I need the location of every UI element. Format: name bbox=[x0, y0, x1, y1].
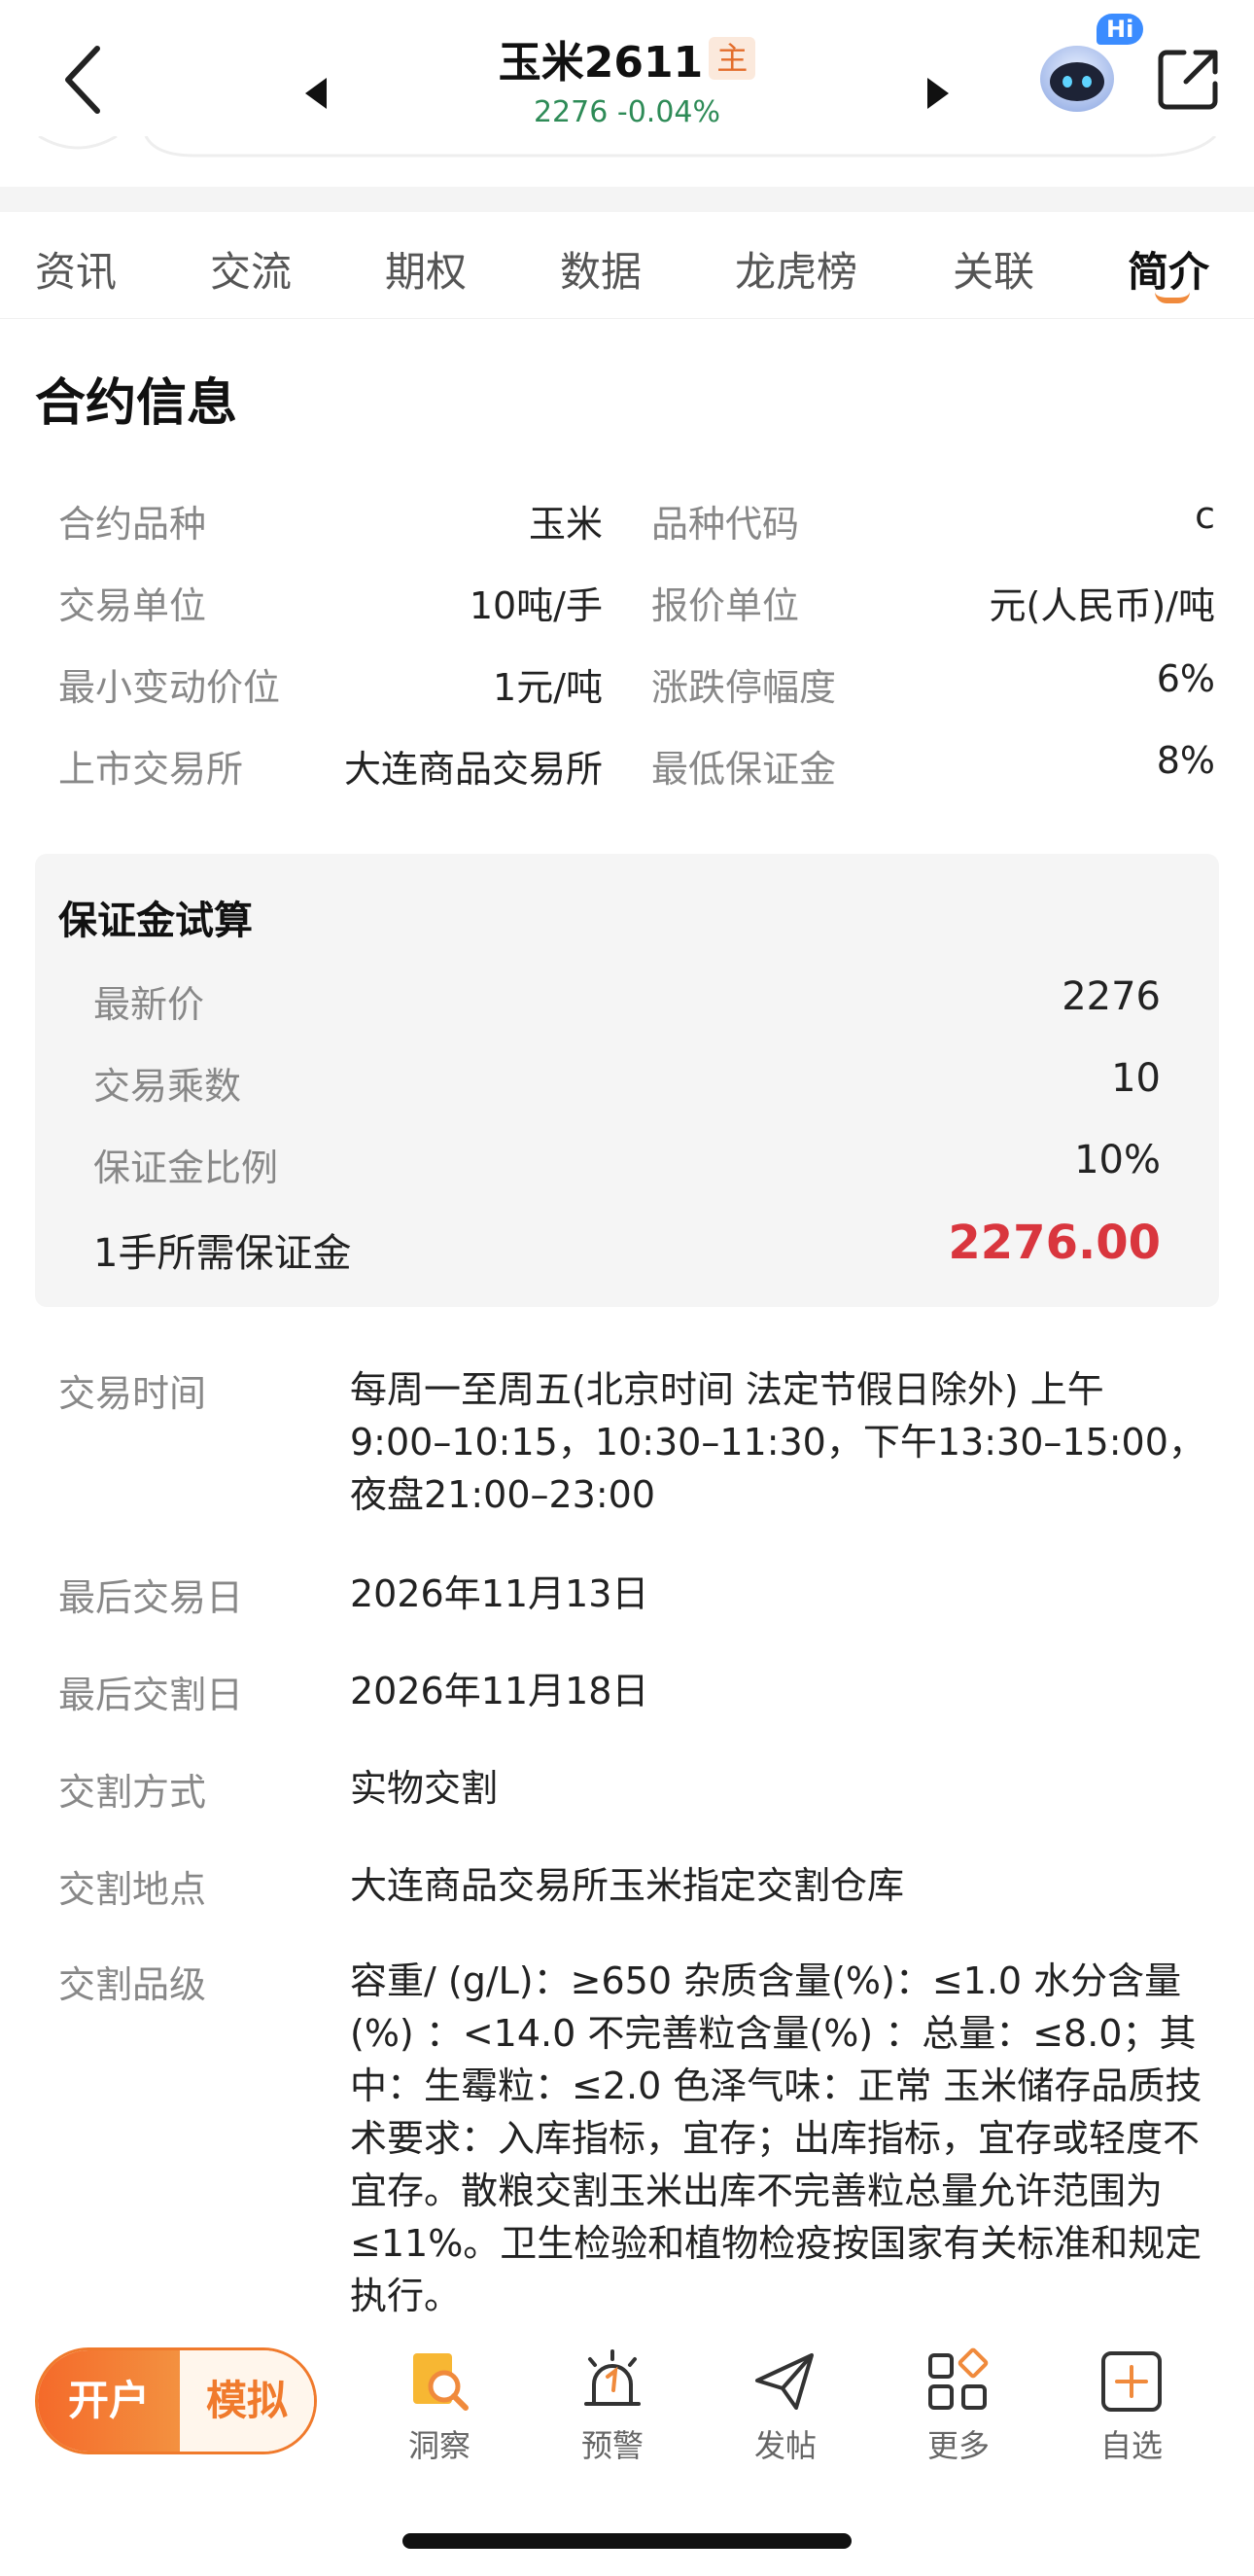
info-row: 最小变动价位 1元/吨 涨跌停幅度 6% bbox=[0, 657, 1254, 716]
info-value: 10吨/手 bbox=[469, 584, 603, 627]
nav-label: 洞察 bbox=[407, 2427, 470, 2464]
detail-label: 交易时间 bbox=[58, 1372, 207, 1415]
account-sim-toggle: 开户 模拟 bbox=[35, 2347, 317, 2454]
info-label: 涨跌停幅度 bbox=[651, 666, 837, 709]
detail-value: 每周一至周五(北京时间 法定节假日除外) 上午9:00–10:15，10:30–… bbox=[350, 1368, 1205, 1516]
detail-value: 大连商品交易所玉米指定交割仓库 bbox=[350, 1864, 905, 1907]
detail-label: 最后交易日 bbox=[58, 1576, 244, 1619]
info-value: 大连商品交易所 bbox=[343, 748, 603, 791]
info-value: 玉米 bbox=[528, 503, 603, 546]
share-button[interactable] bbox=[1155, 45, 1223, 113]
calc-total-value: 2276.00 bbox=[948, 1216, 1161, 1270]
tab-leaderboard[interactable]: 龙虎榜 bbox=[735, 239, 857, 299]
nav-more[interactable]: 更多 bbox=[890, 2340, 1027, 2476]
tab-data[interactable]: 数据 bbox=[560, 239, 642, 299]
collapsed-search-bar bbox=[0, 134, 1254, 165]
info-value: 6% bbox=[1156, 657, 1215, 700]
info-row: 上市交易所 大连商品交易所 最低保证金 8% bbox=[0, 739, 1254, 797]
contract-title: 玉米2611 bbox=[498, 38, 704, 88]
detail-label: 交割地点 bbox=[58, 1868, 207, 1911]
info-label: 合约品种 bbox=[58, 503, 207, 546]
nav-label: 预警 bbox=[580, 2427, 644, 2464]
margin-calculator-title: 保证金试算 bbox=[58, 899, 253, 943]
info-row: 合约品种 玉米 品种代码 c bbox=[0, 494, 1254, 552]
nav-insight[interactable]: 洞察 bbox=[371, 2340, 507, 2476]
tab-related[interactable]: 关联 bbox=[953, 239, 1034, 299]
detail-label: 交割方式 bbox=[58, 1771, 207, 1814]
detail-value: 实物交割 bbox=[350, 1767, 499, 1810]
info-label: 品种代码 bbox=[651, 503, 800, 546]
calc-value: 10 bbox=[1111, 1056, 1161, 1101]
info-label: 报价单位 bbox=[651, 584, 800, 627]
nav-alert[interactable]: 预警 bbox=[544, 2340, 680, 2476]
simulated-trade-button[interactable]: 模拟 bbox=[180, 2350, 314, 2452]
latest-price: 2276 bbox=[533, 95, 609, 129]
tab-bar: 资讯 交流 期权 数据 龙虎榜 关联 简介 bbox=[0, 212, 1254, 319]
tab-news[interactable]: 资讯 bbox=[35, 239, 117, 299]
info-label: 上市交易所 bbox=[58, 748, 244, 791]
share-icon bbox=[1158, 50, 1218, 110]
back-button[interactable] bbox=[54, 41, 113, 119]
calc-total-label: 1手所需保证金 bbox=[93, 1231, 352, 1276]
nav-label: 自选 bbox=[1099, 2427, 1163, 2464]
hi-badge: Hi bbox=[1097, 14, 1144, 45]
add-watch-icon bbox=[1101, 2351, 1162, 2412]
price-change: -0.04% bbox=[616, 95, 721, 129]
calc-label: 最新价 bbox=[93, 983, 205, 1026]
detail-value: 容重/ (g/L)：≥650 杂质含量(%)：≤1.0 水分含量(%) ：<14… bbox=[350, 1959, 1202, 2317]
calc-row: 交易乘数 10 bbox=[35, 1056, 1219, 1114]
calc-value: 2276 bbox=[1062, 974, 1161, 1019]
main-contract-badge: 主 bbox=[709, 37, 756, 80]
contract-title-area: 玉米2611 主 2276 -0.04% bbox=[292, 21, 962, 138]
info-label: 最小变动价位 bbox=[58, 666, 281, 709]
detail-value: 2026年11月18日 bbox=[350, 1670, 649, 1712]
tab-options[interactable]: 期权 bbox=[385, 239, 467, 299]
nav-post[interactable]: 发帖 bbox=[717, 2340, 853, 2476]
insight-icon bbox=[413, 2353, 469, 2411]
calc-value: 10% bbox=[1074, 1138, 1161, 1182]
nav-label: 发帖 bbox=[753, 2427, 817, 2464]
section-divider bbox=[0, 187, 1254, 212]
info-label: 最低保证金 bbox=[651, 748, 837, 791]
chevron-left-icon bbox=[65, 46, 100, 114]
margin-calculator-card: 保证金试算 最新价 2276 交易乘数 10 保证金比例 10% 1手所需保证金… bbox=[35, 854, 1219, 1307]
info-label: 交易单位 bbox=[58, 584, 207, 627]
nav-add-watchlist[interactable]: 自选 bbox=[1063, 2340, 1200, 2476]
detail-label: 最后交割日 bbox=[58, 1674, 244, 1716]
top-header: 玉米2611 主 2276 -0.04% Hi bbox=[0, 0, 1254, 156]
grid-icon bbox=[928, 2347, 989, 2410]
info-value: 8% bbox=[1156, 739, 1215, 782]
calc-row: 最新价 2276 bbox=[35, 974, 1219, 1033]
tab-profile[interactable]: 简介 bbox=[1128, 239, 1209, 299]
calc-label: 保证金比例 bbox=[93, 1147, 279, 1189]
home-indicator bbox=[402, 2533, 852, 2549]
info-row: 交易单位 10吨/手 报价单位 元(人民币)/吨 bbox=[0, 576, 1254, 634]
price-change-line: 2276 -0.04% bbox=[292, 95, 962, 129]
alarm-icon bbox=[584, 2349, 641, 2406]
info-value: 1元/吨 bbox=[493, 666, 603, 709]
send-icon bbox=[755, 2353, 814, 2410]
next-contract-icon[interactable] bbox=[927, 78, 949, 109]
tab-community[interactable]: 交流 bbox=[210, 239, 292, 299]
calc-row: 保证金比例 10% bbox=[35, 1138, 1219, 1196]
detail-value: 2026年11月13日 bbox=[350, 1572, 649, 1615]
info-value: c bbox=[1195, 494, 1215, 537]
calc-total-row: 1手所需保证金 2276.00 bbox=[35, 1216, 1219, 1280]
open-account-button[interactable]: 开户 bbox=[38, 2350, 180, 2452]
info-value: 元(人民币)/吨 bbox=[989, 584, 1215, 627]
calc-label: 交易乘数 bbox=[93, 1065, 242, 1108]
nav-label: 更多 bbox=[926, 2427, 990, 2464]
detail-label: 交割品级 bbox=[58, 1963, 207, 2006]
section-title-contract-info: 合约信息 bbox=[35, 374, 238, 433]
search-bar-edge-icon bbox=[38, 134, 1217, 158]
